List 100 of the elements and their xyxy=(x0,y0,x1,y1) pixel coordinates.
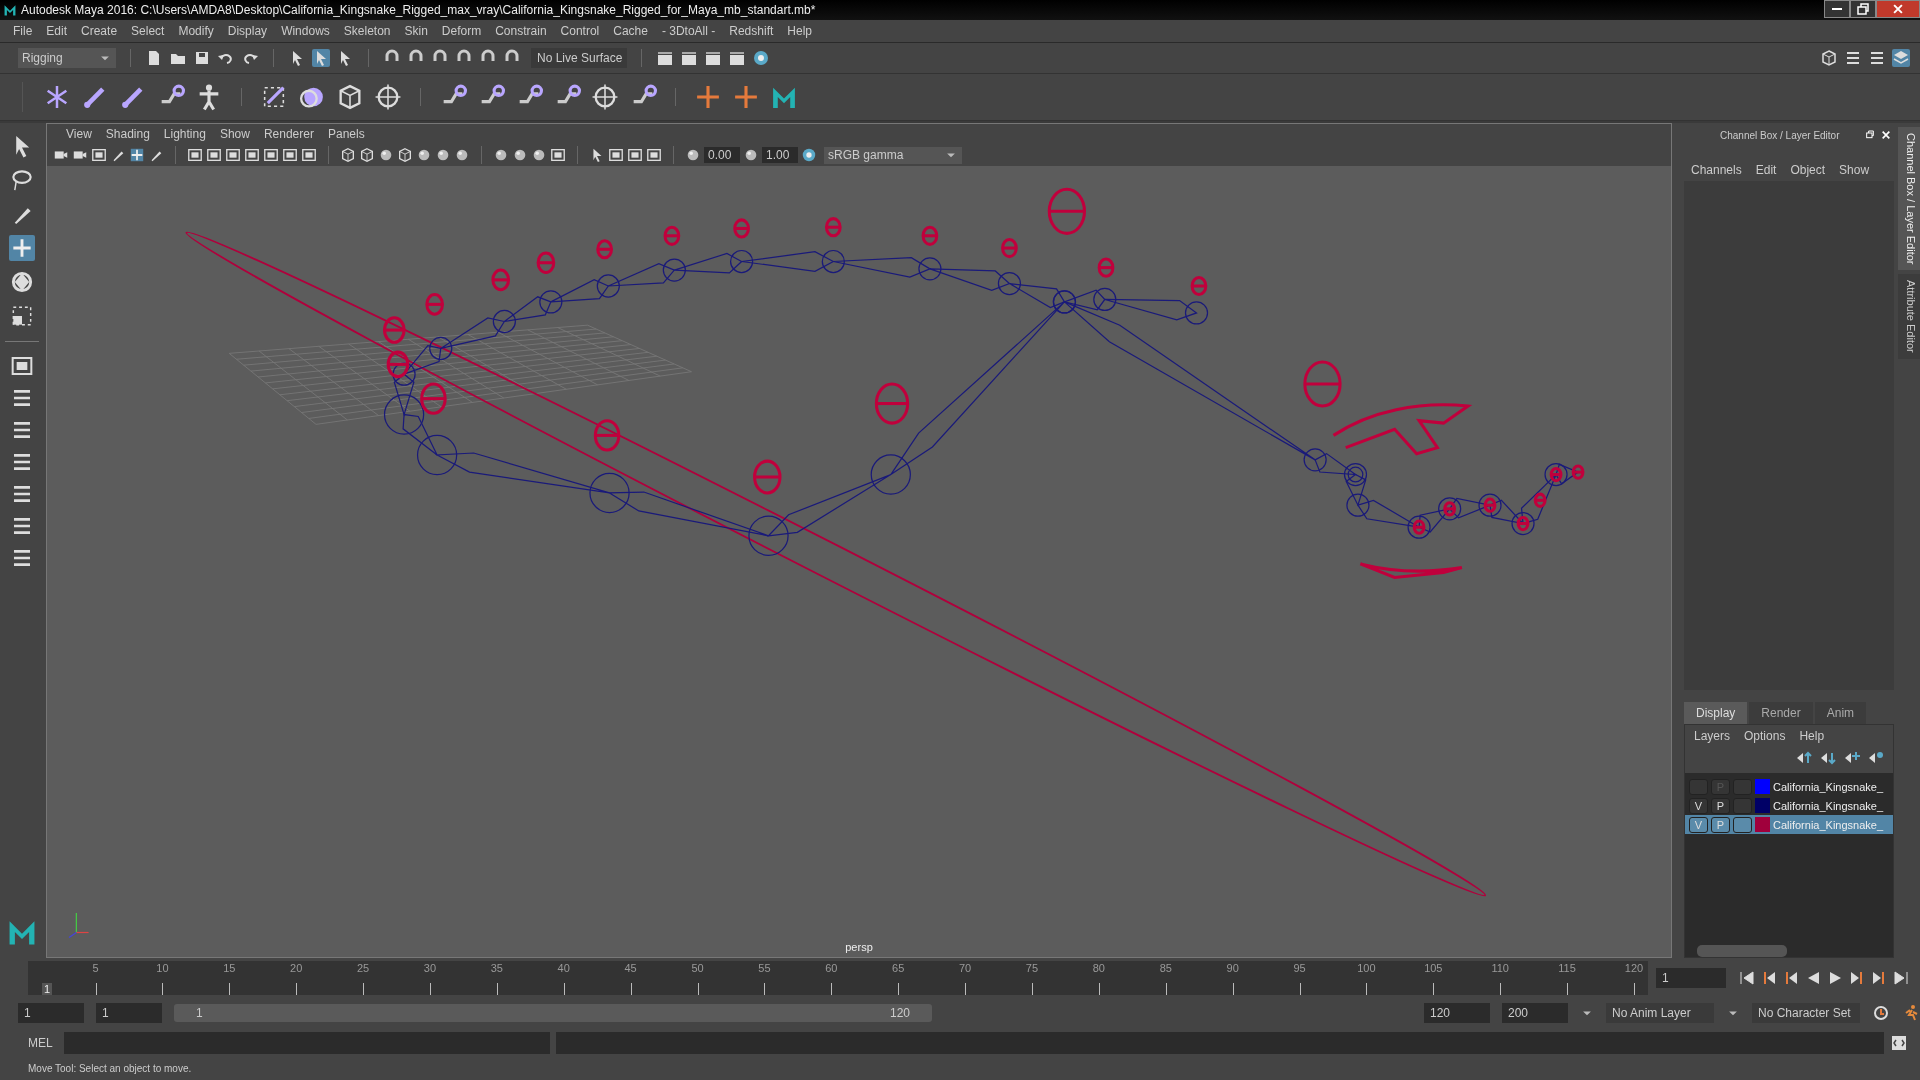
menu-item[interactable]: Control xyxy=(553,24,607,38)
panel-icon[interactable] xyxy=(244,147,260,163)
command-language-label[interactable]: MEL xyxy=(28,1036,58,1050)
live-surface-field[interactable]: No Live Surface xyxy=(531,48,627,68)
playback-toggle[interactable]: P xyxy=(1711,797,1730,814)
shading-icon[interactable] xyxy=(435,147,451,163)
menu-item[interactable]: Help xyxy=(780,24,819,38)
menu-item[interactable]: Show xyxy=(1832,163,1877,177)
disc-icon[interactable] xyxy=(801,147,817,163)
clapboard-icon[interactable] xyxy=(704,49,722,67)
menu-item[interactable]: Panels xyxy=(320,127,372,141)
layer-row[interactable]: V P California_Kingsnake_ xyxy=(1685,815,1893,834)
save-icon[interactable] xyxy=(193,49,211,67)
command-field[interactable] xyxy=(64,1032,550,1054)
playback-start-field[interactable]: 1 xyxy=(96,1003,162,1023)
tab[interactable]: Render xyxy=(1749,702,1813,724)
menu-item[interactable]: Show xyxy=(212,127,257,141)
menu-item[interactable]: Object xyxy=(1783,163,1833,177)
panel-icon[interactable] xyxy=(608,147,624,163)
clock-icon[interactable] xyxy=(1872,1004,1890,1022)
layer-color-swatch[interactable] xyxy=(1755,779,1770,794)
rotate-icon[interactable] xyxy=(9,269,35,295)
menu-item[interactable]: File xyxy=(6,24,40,38)
panel-icon[interactable] xyxy=(10,354,34,378)
menu-set-dropdown[interactable]: Rigging xyxy=(18,48,116,68)
menu-item[interactable]: - 3DtoAll - xyxy=(654,24,723,38)
menu-item[interactable]: Help xyxy=(1792,729,1832,743)
menu-item[interactable]: Options xyxy=(1737,729,1793,743)
menu-item[interactable]: Lighting xyxy=(156,127,213,141)
menu-item[interactable]: Redshift xyxy=(722,24,781,38)
panel-icon[interactable] xyxy=(550,147,566,163)
window-button[interactable] xyxy=(1850,0,1876,18)
menu-item[interactable]: Modify xyxy=(171,24,221,38)
cross-icon[interactable] xyxy=(732,83,760,111)
menu-item[interactable]: Skeleton xyxy=(336,24,398,38)
menu-item[interactable]: Select xyxy=(124,24,172,38)
shading-icon[interactable] xyxy=(454,147,470,163)
current-frame-field[interactable]: 1 xyxy=(1656,968,1726,988)
tab[interactable]: Display xyxy=(1684,702,1748,724)
clapboard-icon[interactable] xyxy=(656,49,674,67)
panel-icon[interactable] xyxy=(627,147,643,163)
list-icon[interactable] xyxy=(1844,49,1862,67)
horizontal-scrollbar[interactable] xyxy=(1685,945,1893,957)
menu-item[interactable]: Channels xyxy=(1684,163,1749,177)
cube-icon[interactable] xyxy=(1820,49,1838,67)
menu-item[interactable]: Cache xyxy=(606,24,655,38)
cross-icon[interactable] xyxy=(694,83,722,111)
layer-row[interactable]: V P California_Kingsnake_ xyxy=(1685,796,1893,815)
clapboard-icon[interactable] xyxy=(728,49,746,67)
menu-item[interactable]: Shading xyxy=(98,127,157,141)
tab[interactable]: Anim xyxy=(1814,702,1867,724)
menu-item[interactable]: Edit xyxy=(39,24,75,38)
shading-icon[interactable] xyxy=(378,147,394,163)
side-tab[interactable]: Attribute Editor xyxy=(1898,274,1920,360)
panel-icon[interactable] xyxy=(91,147,107,163)
visibility-toggle[interactable]: V xyxy=(1689,797,1708,814)
gamma-field[interactable]: 1.00 xyxy=(762,147,798,163)
lasso-icon[interactable] xyxy=(9,167,35,193)
exposure-field[interactable]: 0.00 xyxy=(704,147,740,163)
menu-item[interactable]: Skin xyxy=(397,24,435,38)
last-frame-icon[interactable] xyxy=(1892,969,1910,987)
menu-item[interactable]: Constrain xyxy=(488,24,554,38)
move-icon[interactable] xyxy=(129,147,145,163)
panel-icon[interactable] xyxy=(263,147,279,163)
anim-layer-field[interactable]: No Anim Layer xyxy=(1606,1003,1714,1023)
layer-color-swatch[interactable] xyxy=(1755,817,1770,832)
panel-icon[interactable] xyxy=(206,147,222,163)
menu-item[interactable]: Layers xyxy=(1687,729,1738,743)
float-icon[interactable] xyxy=(1864,129,1876,141)
menu-item[interactable]: View xyxy=(59,127,99,141)
start-frame-field[interactable]: 1 xyxy=(18,1003,84,1023)
shading-icon[interactable] xyxy=(531,147,547,163)
shading-icon[interactable] xyxy=(493,147,509,163)
cube-icon[interactable] xyxy=(359,147,375,163)
layers-icon[interactable] xyxy=(1892,49,1910,67)
cube-icon[interactable] xyxy=(340,147,356,163)
panel-icon[interactable] xyxy=(225,147,241,163)
shading-icon[interactable] xyxy=(685,147,701,163)
shading-icon[interactable] xyxy=(512,147,528,163)
disc-icon[interactable] xyxy=(752,49,770,67)
clapboard-icon[interactable] xyxy=(680,49,698,67)
panel-icon[interactable] xyxy=(282,147,298,163)
crosshair-icon[interactable] xyxy=(374,83,402,111)
playback-end-field[interactable]: 120 xyxy=(1424,1003,1490,1023)
shading-icon[interactable] xyxy=(743,147,759,163)
cube-icon[interactable] xyxy=(397,147,413,163)
time-slider[interactable]: 1 5 10 15 20 25 30 35 40 45 50 55 60 65 70 75 80 85 90 95 100 105 110 115 120 xyxy=(28,961,1648,995)
panel-icon[interactable] xyxy=(301,147,317,163)
menu-item[interactable]: Create xyxy=(74,24,125,38)
menu-item[interactable]: Edit xyxy=(1748,163,1784,177)
cursor-icon[interactable] xyxy=(312,49,330,67)
crosshair-icon[interactable] xyxy=(591,83,619,111)
menu-item[interactable]: Deform xyxy=(434,24,489,38)
side-tab[interactable]: Channel Box / Layer Editor xyxy=(1898,127,1920,271)
character-set-field[interactable]: No Character Set xyxy=(1752,1003,1860,1023)
display-type-toggle[interactable] xyxy=(1733,816,1752,833)
shading-icon[interactable] xyxy=(416,147,432,163)
close-button[interactable] xyxy=(1876,0,1920,18)
end-frame-field[interactable]: 200 xyxy=(1502,1003,1568,1023)
menu-item[interactable]: Display xyxy=(220,24,275,38)
